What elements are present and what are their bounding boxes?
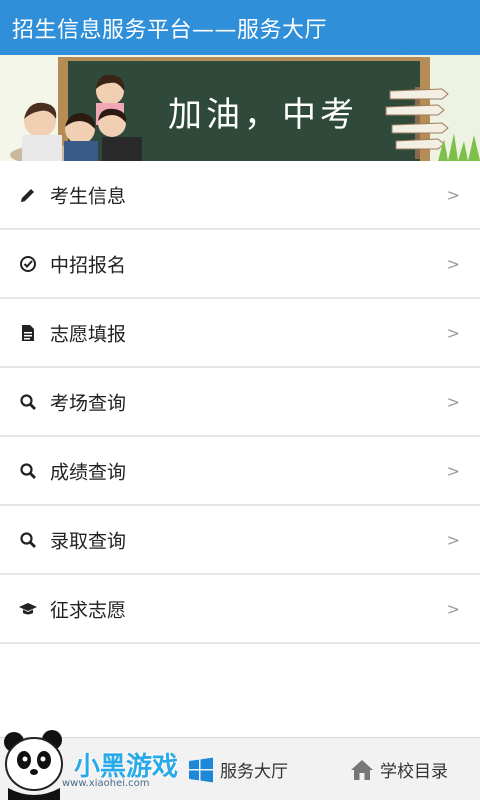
menu-item-score-query[interactable]: 成绩查询 > xyxy=(0,437,480,506)
tab-label: 服务大厅 xyxy=(220,762,288,782)
tab-label: 学校目录 xyxy=(380,762,448,782)
banner-slogan: 加油，中考 xyxy=(168,95,358,135)
watermark-url: www.xiaohei.com xyxy=(62,778,150,789)
chevron-right-icon: > xyxy=(446,392,460,411)
chevron-right-icon: > xyxy=(446,599,460,618)
pencil-icon xyxy=(18,185,38,205)
menu-item-label: 征求志愿 xyxy=(50,599,127,621)
chevron-right-icon: > xyxy=(446,530,460,549)
menu-item-label: 成绩查询 xyxy=(50,461,127,483)
menu-item-label: 中招报名 xyxy=(50,254,127,276)
menu-item-label: 录取查询 xyxy=(50,530,127,552)
chevron-right-icon: > xyxy=(446,461,460,480)
family-photo-illustration xyxy=(10,74,142,161)
menu-item-enrollment[interactable]: 中招报名 > xyxy=(0,230,480,299)
menu-item-label: 考生信息 xyxy=(50,185,127,207)
search-icon xyxy=(18,461,38,481)
menu-item-label: 志愿填报 xyxy=(50,323,127,345)
document-icon xyxy=(18,323,38,343)
menu-item-label: 考场查询 xyxy=(50,392,127,414)
chevron-right-icon: > xyxy=(446,254,460,273)
check-circle-icon xyxy=(18,254,38,274)
menu-item-admission-query[interactable]: 录取查询 > xyxy=(0,506,480,575)
app-title-bar: 招生信息服务平台——服务大厅 xyxy=(0,0,480,55)
menu-item-solicit-preferences[interactable]: 征求志愿 > xyxy=(0,575,480,644)
panda-mascot-icon xyxy=(4,730,63,800)
service-menu: 考生信息 > 中招报名 > 志愿填报 > 考场查询 > 成绩查询 > 录取查询 xyxy=(0,161,480,644)
page-title: 招生信息服务平台——服务大厅 xyxy=(12,17,328,43)
site-watermark: 小黑游戏 www.xiaohei.com xyxy=(0,728,200,800)
menu-item-preference-filling[interactable]: 志愿填报 > xyxy=(0,299,480,368)
chevron-right-icon: > xyxy=(446,185,460,204)
grass-decoration xyxy=(438,133,480,161)
graduation-cap-icon xyxy=(18,599,38,619)
tab-service-hall[interactable]: 服务大厅 xyxy=(188,738,288,800)
search-icon xyxy=(18,392,38,412)
menu-item-candidate-info[interactable]: 考生信息 > xyxy=(0,161,480,230)
tab-school-directory[interactable]: 学校目录 xyxy=(350,738,448,800)
home-icon xyxy=(350,759,374,781)
search-icon xyxy=(18,530,38,550)
chevron-right-icon: > xyxy=(446,323,460,342)
promo-banner: 加油，中考 xyxy=(0,55,480,161)
menu-item-exam-room-query[interactable]: 考场查询 > xyxy=(0,368,480,437)
